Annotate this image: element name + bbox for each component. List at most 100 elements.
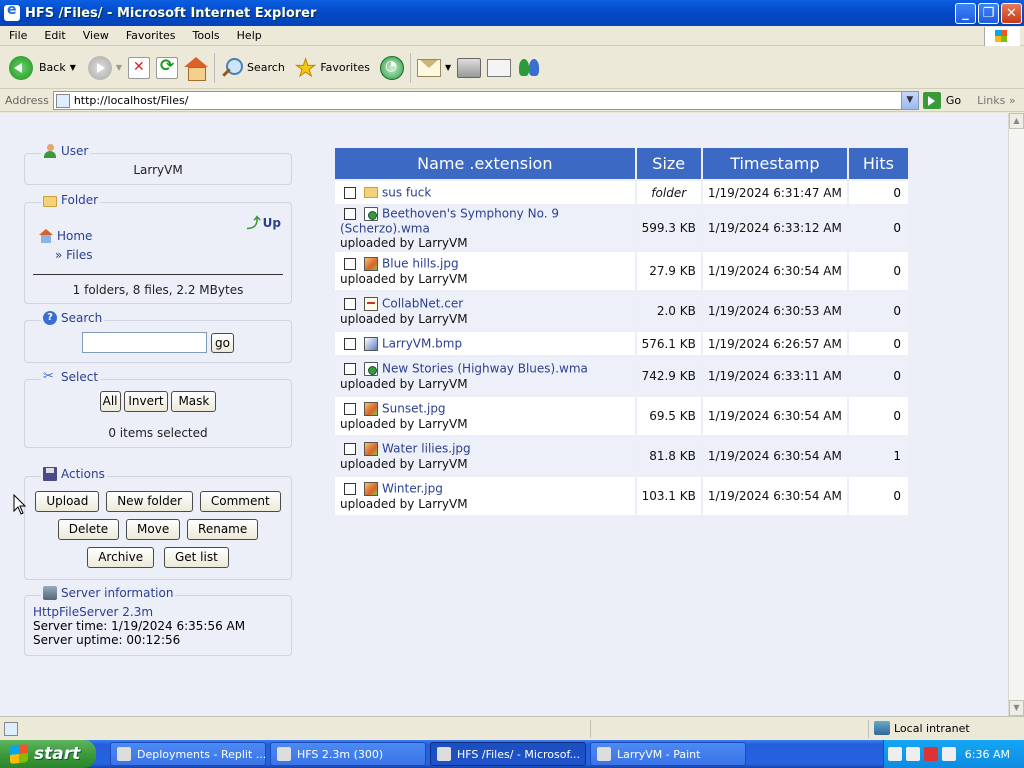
row-checkbox[interactable]: [344, 442, 356, 455]
start-button[interactable]: start: [0, 740, 96, 768]
back-dropdown-icon[interactable]: ▼: [70, 63, 76, 72]
archive-button[interactable]: Archive: [87, 547, 155, 568]
row-checkbox[interactable]: [344, 402, 356, 415]
print-button[interactable]: [454, 50, 484, 86]
move-button[interactable]: Move: [126, 519, 181, 540]
upload-button[interactable]: Upload: [35, 491, 100, 512]
security-tray-icon[interactable]: [924, 747, 938, 761]
row-checkbox[interactable]: [344, 297, 356, 310]
comment-button[interactable]: Comment: [199, 491, 281, 512]
file-link[interactable]: Winter.jpg: [382, 482, 443, 496]
column-hits-header[interactable]: Hits: [848, 148, 908, 179]
file-hits: 0: [848, 357, 908, 395]
hfs-tray-icon[interactable]: [888, 747, 902, 761]
links-button[interactable]: Links »: [977, 94, 1016, 107]
column-name-header[interactable]: Name .extension: [335, 148, 635, 179]
row-checkbox[interactable]: [344, 362, 356, 375]
column-size-header[interactable]: Size: [636, 148, 701, 179]
stop-button[interactable]: [125, 50, 153, 86]
file-link[interactable]: Water lilies.jpg: [382, 442, 471, 456]
row-checkbox[interactable]: [344, 207, 356, 220]
forward-button[interactable]: ▼: [85, 50, 125, 86]
hfs-version-link[interactable]: HttpFileServer 2.3m: [33, 605, 245, 619]
go-button[interactable]: Go: [922, 92, 961, 109]
taskbar-item-hfs[interactable]: HFS 2.3m (300): [270, 742, 426, 766]
title-bar[interactable]: HFS /Files/ - Microsoft Internet Explore…: [0, 0, 1024, 26]
ie-icon: [437, 747, 451, 761]
window-title: HFS /Files/ - Microsoft Internet Explore…: [25, 5, 317, 21]
menu-favorites[interactable]: Favorites: [117, 29, 184, 42]
maximize-button[interactable]: ❐: [978, 3, 999, 24]
file-table-header: Name .extension Size Timestamp Hits: [335, 148, 908, 179]
menu-file[interactable]: File: [0, 29, 35, 42]
mouse-cursor-icon: [13, 494, 27, 515]
forward-dropdown-icon[interactable]: ▼: [116, 63, 122, 72]
menu-tools[interactable]: Tools: [184, 29, 228, 42]
search-input[interactable]: [82, 332, 207, 353]
search-button[interactable]: Search: [218, 50, 288, 86]
messenger-button[interactable]: [514, 50, 544, 86]
scroll-up-icon[interactable]: ▲: [1009, 113, 1024, 129]
taskbar-item-paint[interactable]: LarryVM - Paint: [590, 742, 746, 766]
taskbar-item-replit[interactable]: Deployments - Replit ...: [110, 742, 266, 766]
file-link[interactable]: Blue hills.jpg: [382, 257, 459, 271]
current-folder-link[interactable]: » Files: [55, 248, 93, 262]
column-timestamp-header[interactable]: Timestamp: [702, 148, 847, 179]
rename-button[interactable]: Rename: [187, 519, 259, 540]
clock[interactable]: 6:36 AM: [965, 748, 1010, 761]
taskbar-item-ie[interactable]: HFS /Files/ - Microsof...: [430, 742, 586, 766]
mail-dropdown-icon[interactable]: ▼: [445, 63, 451, 72]
search-go-button[interactable]: go: [211, 332, 234, 353]
actions-header: Actions: [61, 467, 105, 481]
history-button[interactable]: [377, 50, 407, 86]
row-checkbox[interactable]: [344, 186, 356, 199]
file-link[interactable]: LarryVM.bmp: [382, 337, 462, 351]
home-link[interactable]: Home: [39, 229, 92, 243]
table-row: Sunset.jpg uploaded by LarryVM 69.5 KB 1/…: [335, 397, 908, 435]
row-checkbox[interactable]: [344, 337, 356, 350]
favorites-button[interactable]: ★ Favorites: [292, 50, 373, 86]
address-input[interactable]: http://localhost/Files/ ▼: [52, 91, 919, 110]
invert-selection-button[interactable]: Invert: [124, 391, 168, 412]
audio-file-icon: [364, 206, 378, 221]
row-checkbox[interactable]: [344, 482, 356, 495]
home-button[interactable]: [181, 50, 211, 86]
home-icon: [39, 229, 53, 243]
get-list-button[interactable]: Get list: [163, 547, 229, 568]
help-icon: ?: [43, 311, 57, 325]
edit-button[interactable]: [484, 50, 514, 86]
history-icon: [380, 55, 405, 80]
row-checkbox[interactable]: [344, 257, 356, 270]
file-link[interactable]: sus fuck: [382, 186, 431, 200]
vertical-scrollbar[interactable]: ▲ ▼: [1008, 113, 1024, 716]
new-folder-button[interactable]: New folder: [106, 491, 194, 512]
search-icon: [221, 57, 244, 79]
refresh-button[interactable]: [153, 50, 181, 86]
file-timestamp: 1/19/2024 6:30:54 AM: [702, 397, 847, 435]
file-timestamp: 1/19/2024 6:31:47 AM: [702, 181, 847, 204]
network-tray-icon[interactable]: [906, 747, 920, 761]
minimize-button[interactable]: _: [955, 3, 976, 24]
uploaded-by: uploaded by LarryVM: [340, 456, 468, 471]
select-all-button[interactable]: All: [99, 391, 121, 412]
back-arrow-icon: [9, 55, 33, 80]
menu-view[interactable]: View: [74, 29, 117, 42]
file-link[interactable]: CollabNet.cer: [382, 297, 463, 311]
file-hits: 0: [848, 292, 908, 330]
mail-button[interactable]: ▼: [414, 50, 454, 86]
mask-button[interactable]: Mask: [171, 391, 217, 412]
scroll-down-icon[interactable]: ▼: [1009, 700, 1024, 716]
image-file-icon: [364, 256, 378, 271]
save-disk-icon: [43, 467, 57, 481]
close-button[interactable]: ✕: [1001, 3, 1022, 24]
menu-help[interactable]: Help: [228, 29, 270, 42]
volume-tray-icon[interactable]: [942, 747, 956, 761]
up-button[interactable]: ⤴ Up: [247, 213, 281, 233]
address-dropdown-icon[interactable]: ▼: [900, 92, 918, 109]
address-label: Address: [5, 94, 49, 107]
file-link[interactable]: Sunset.jpg: [382, 402, 446, 416]
menu-edit[interactable]: Edit: [35, 29, 73, 42]
file-link[interactable]: New Stories (Highway Blues).wma: [382, 362, 588, 376]
back-button[interactable]: Back ▼: [6, 50, 79, 86]
delete-button[interactable]: Delete: [57, 519, 120, 540]
